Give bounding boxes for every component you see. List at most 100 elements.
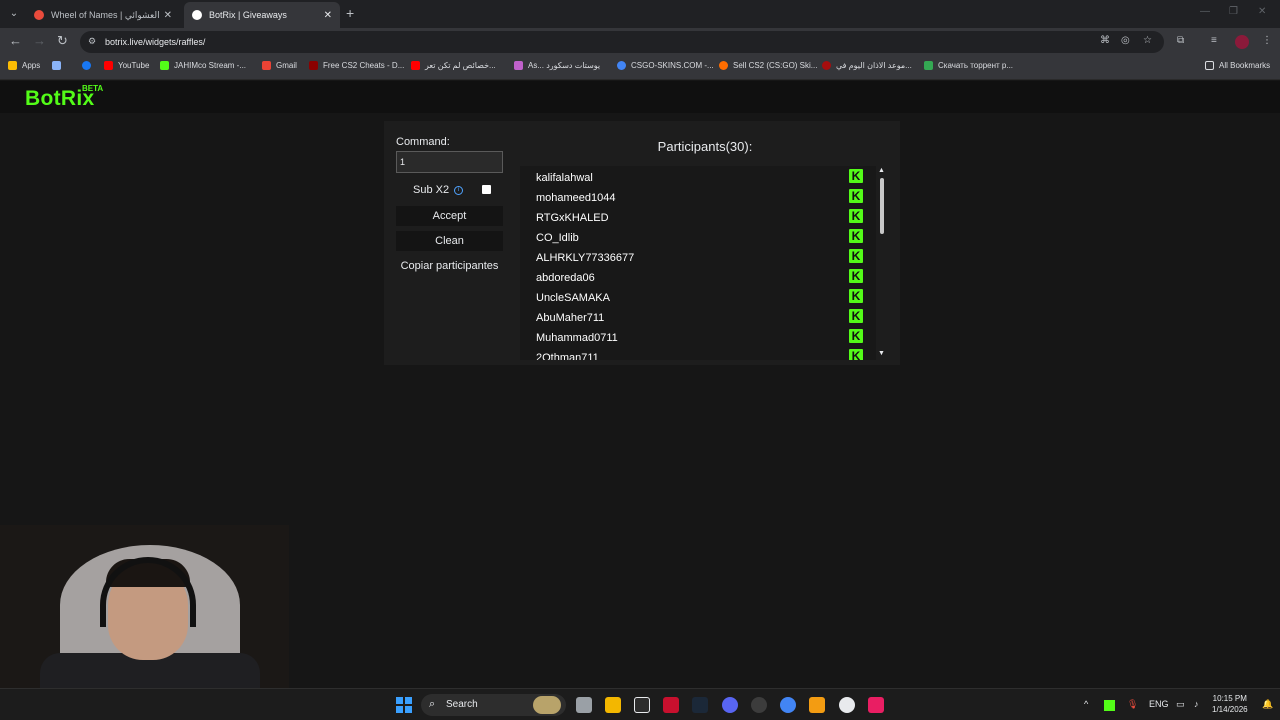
search-highlight-icon: [533, 696, 561, 714]
info-icon[interactable]: i: [454, 185, 464, 195]
scrollbar-thumb[interactable]: [880, 178, 884, 234]
bookmark-youtube[interactable]: YouTube: [104, 61, 149, 70]
browser-tab-strip: ⌄ Wheel of Names | اسم العشوائي ✕ BotRix…: [0, 0, 1280, 28]
participant-name: UncleSAMAKA: [536, 292, 610, 304]
participants-list[interactable]: kalifalahwal K mohameed1044 K RTGxKHALED K …: [520, 166, 876, 360]
kick-platform-icon: K: [849, 349, 863, 360]
bookmark-csgo-skins[interactable]: CSGO-SKINS.COM -...: [617, 61, 714, 70]
minimize-icon[interactable]: —: [1200, 6, 1210, 17]
beta-badge: BETA: [82, 84, 104, 93]
youtube-icon: [104, 61, 113, 70]
bookmark-grid[interactable]: [52, 61, 66, 70]
accept-button[interactable]: Accept: [396, 206, 503, 226]
profile-avatar[interactable]: [1235, 35, 1249, 49]
eye-off-icon[interactable]: ◎: [1121, 35, 1130, 46]
windows-start-icon[interactable]: [396, 697, 412, 713]
bookmark-prayer-times[interactable]: موعد الاذان اليوم في...: [822, 61, 912, 70]
clean-button[interactable]: Clean: [396, 231, 503, 251]
tab-botrix-giveaways[interactable]: BotRix | Giveaways ✕: [184, 2, 340, 28]
taskbar-search[interactable]: ⌕ Search: [421, 694, 566, 716]
torrent-icon: [924, 61, 933, 70]
discord-icon[interactable]: [722, 697, 738, 713]
grid-icon: [52, 61, 61, 70]
all-bookmarks[interactable]: All Bookmarks: [1205, 61, 1270, 70]
csgo-skins-icon: [617, 61, 626, 70]
participant-name: abdoreda06: [536, 272, 595, 284]
kick-icon: [160, 61, 169, 70]
list-item: CO_Idlib K: [536, 228, 866, 248]
participant-name: CO_Idlib: [536, 232, 579, 244]
app-pink-icon[interactable]: [868, 697, 884, 713]
volume-icon[interactable]: ♪: [1194, 699, 1199, 709]
mosque-icon: [822, 61, 831, 70]
extensions-icon[interactable]: ⧉: [1177, 35, 1184, 46]
window-close-icon[interactable]: ✕: [1258, 6, 1266, 17]
search-label: Search: [446, 699, 478, 710]
language-indicator[interactable]: ENG: [1149, 699, 1169, 709]
bookmark-kick-stream[interactable]: JAHIMco Stream -...: [160, 61, 246, 70]
chrome-icon[interactable]: [780, 697, 796, 713]
restore-icon[interactable]: ❐: [1229, 6, 1238, 17]
command-input[interactable]: [396, 151, 503, 173]
facebook-icon: [82, 61, 91, 70]
task-view-icon[interactable]: [576, 697, 592, 713]
menu-icon[interactable]: ⋮: [1262, 35, 1272, 46]
microphone-icon[interactable]: 🎙: [1127, 699, 1138, 710]
address-bar[interactable]: ⚙ botrix.live/widgets/raffles/: [80, 31, 1164, 53]
obs-icon[interactable]: [751, 697, 767, 713]
kick-tray-icon[interactable]: [1104, 700, 1115, 711]
windows-taskbar: ⌕ Search ^ 🎙 ENG ▭ ♪ 10:15 PM 1/14/2026 …: [0, 688, 1280, 720]
bookmark-apps[interactable]: Apps: [8, 61, 40, 70]
translate-icon[interactable]: ⌘: [1100, 35, 1110, 46]
botrix-favicon-icon: [192, 10, 202, 20]
kick-platform-icon: K: [849, 189, 863, 203]
g-hub-icon[interactable]: [634, 697, 650, 713]
bookmark-facebook[interactable]: [82, 61, 96, 70]
scroll-up-icon[interactable]: ▲: [878, 167, 885, 174]
valorant-icon[interactable]: [663, 697, 679, 713]
tab-search-icon[interactable]: ⌄: [4, 4, 24, 24]
list-item: Muhammad0711 K: [536, 328, 866, 348]
sub-x2-checkbox[interactable]: [482, 185, 491, 194]
close-tab-icon[interactable]: ✕: [324, 10, 332, 21]
list-item: 2Othman711 K: [536, 348, 866, 360]
copy-participants-button[interactable]: Copiar participantes: [396, 260, 503, 272]
participant-name: ALHRKLY77336677: [536, 252, 635, 264]
browser-toolbar: ← → ↻ ⚙ botrix.live/widgets/raffles/ ⌘ ◎…: [0, 28, 1280, 56]
wheel-favicon-icon: [34, 10, 44, 20]
site-info-icon[interactable]: ⚙: [88, 36, 96, 47]
notifications-icon[interactable]: 🔔: [1262, 699, 1273, 710]
close-tab-icon[interactable]: ✕: [164, 10, 172, 21]
gem-icon: [514, 61, 523, 70]
media-icon[interactable]: ≡: [1211, 35, 1217, 46]
app-icon[interactable]: [809, 697, 825, 713]
tray-chevron-up-icon[interactable]: ^: [1084, 699, 1088, 709]
bookmark-torrent[interactable]: Скачать торрент р...: [924, 61, 1013, 70]
bookmark-gmail[interactable]: Gmail: [262, 61, 297, 70]
new-tab-icon[interactable]: +: [346, 5, 354, 21]
raffle-panel: Command: Sub X2 i Accept Clean Copiar pa…: [384, 121, 900, 365]
bookmark-discord-posts[interactable]: As... يوستات دسكورد: [514, 61, 600, 70]
kick-platform-icon: K: [849, 209, 863, 223]
taskbar-clock[interactable]: 10:15 PM 1/14/2026: [1212, 693, 1248, 715]
reload-icon[interactable]: ↻: [57, 33, 68, 49]
list-item: RTGxKHALED K: [536, 208, 866, 228]
forward-icon[interactable]: →: [33, 33, 46, 48]
webcam-overlay: [0, 525, 289, 688]
settings-icon[interactable]: [839, 697, 855, 713]
scroll-down-icon[interactable]: ▼: [878, 350, 885, 357]
list-item: UncleSAMAKA K: [536, 288, 866, 308]
apps-grid-icon: [8, 61, 17, 70]
kick-platform-icon: K: [849, 289, 863, 303]
tab-wheel-of-names[interactable]: Wheel of Names | اسم العشوائي ✕: [26, 2, 180, 28]
network-icon[interactable]: ▭: [1176, 699, 1185, 710]
star-icon[interactable]: ☆: [1143, 35, 1152, 46]
bookmark-sell-cs2[interactable]: Sell CS2 (CS:GO) Ski...: [719, 61, 817, 70]
bookmark-cs2-cheats[interactable]: Free CS2 Cheats - D...: [309, 61, 404, 70]
participant-name: mohameed1044: [536, 192, 616, 204]
file-explorer-icon[interactable]: [605, 697, 621, 713]
steam-icon[interactable]: [692, 697, 708, 713]
participants-scrollbar[interactable]: ▲ ▼: [878, 166, 886, 360]
back-icon[interactable]: ←: [9, 33, 22, 48]
bookmark-arabic-youtube[interactable]: خصائص لم تكن تعر...: [411, 61, 496, 70]
